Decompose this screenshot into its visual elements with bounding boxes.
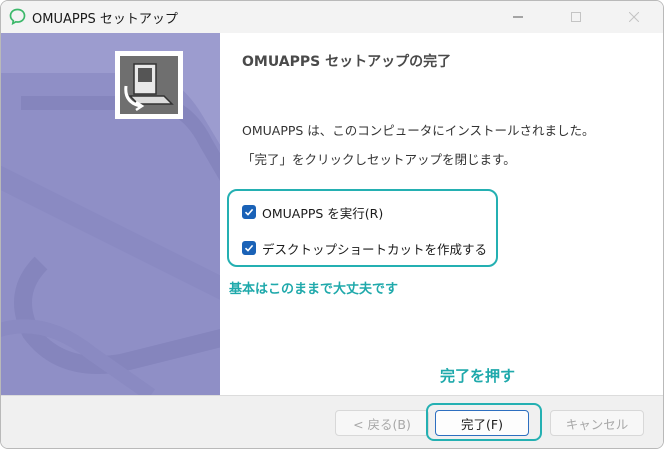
maximize-button[interactable] xyxy=(547,1,605,33)
installer-icon xyxy=(124,63,174,112)
create-shortcut-option[interactable]: デスクトップショートカットを作成する xyxy=(242,239,487,257)
options-annotation: 基本はこのままで大丈夫です xyxy=(229,282,399,297)
title-bar[interactable]: OMUAPPS セットアップ xyxy=(1,1,663,33)
run-app-label[interactable]: OMUAPPS を実行(R) xyxy=(262,203,383,222)
create-shortcut-checkbox[interactable] xyxy=(242,241,256,255)
checkmark-icon xyxy=(244,244,254,252)
maximize-icon xyxy=(571,12,581,22)
install-complete-message: OMUAPPS は、このコンピュータにインストールされました。 xyxy=(242,123,595,138)
wizard-banner xyxy=(1,33,220,395)
cancel-button[interactable]: キャンセル xyxy=(550,410,644,436)
close-instruction-message: 「完了」をクリックしセットアップを閉じます。 xyxy=(242,152,516,167)
close-button[interactable] xyxy=(605,1,663,33)
back-button[interactable]: < 戻る(B) xyxy=(335,410,429,436)
finish-button[interactable]: 完了(F) xyxy=(435,410,529,436)
banner-decoration xyxy=(1,73,220,395)
button-bar: < 戻る(B) 完了(F) キャンセル xyxy=(1,395,663,448)
close-icon xyxy=(629,12,639,22)
run-app-checkbox[interactable] xyxy=(242,205,256,219)
finish-annotation: 完了を押す xyxy=(440,367,516,385)
setup-window: OMUAPPS セットアップ OMUAPPS セットアップの完了 OMUAPPS… xyxy=(0,0,664,449)
app-icon xyxy=(9,8,26,25)
setup-logo xyxy=(115,51,183,119)
window-title: OMUAPPS セットアップ xyxy=(32,12,178,27)
checkmark-icon xyxy=(244,208,254,216)
minimize-button[interactable] xyxy=(489,1,547,33)
minimize-icon xyxy=(513,16,523,18)
run-app-option[interactable]: OMUAPPS を実行(R) xyxy=(242,203,383,221)
create-shortcut-label[interactable]: デスクトップショートカットを作成する xyxy=(262,239,487,258)
page-title: OMUAPPS セットアップの完了 xyxy=(242,54,452,70)
